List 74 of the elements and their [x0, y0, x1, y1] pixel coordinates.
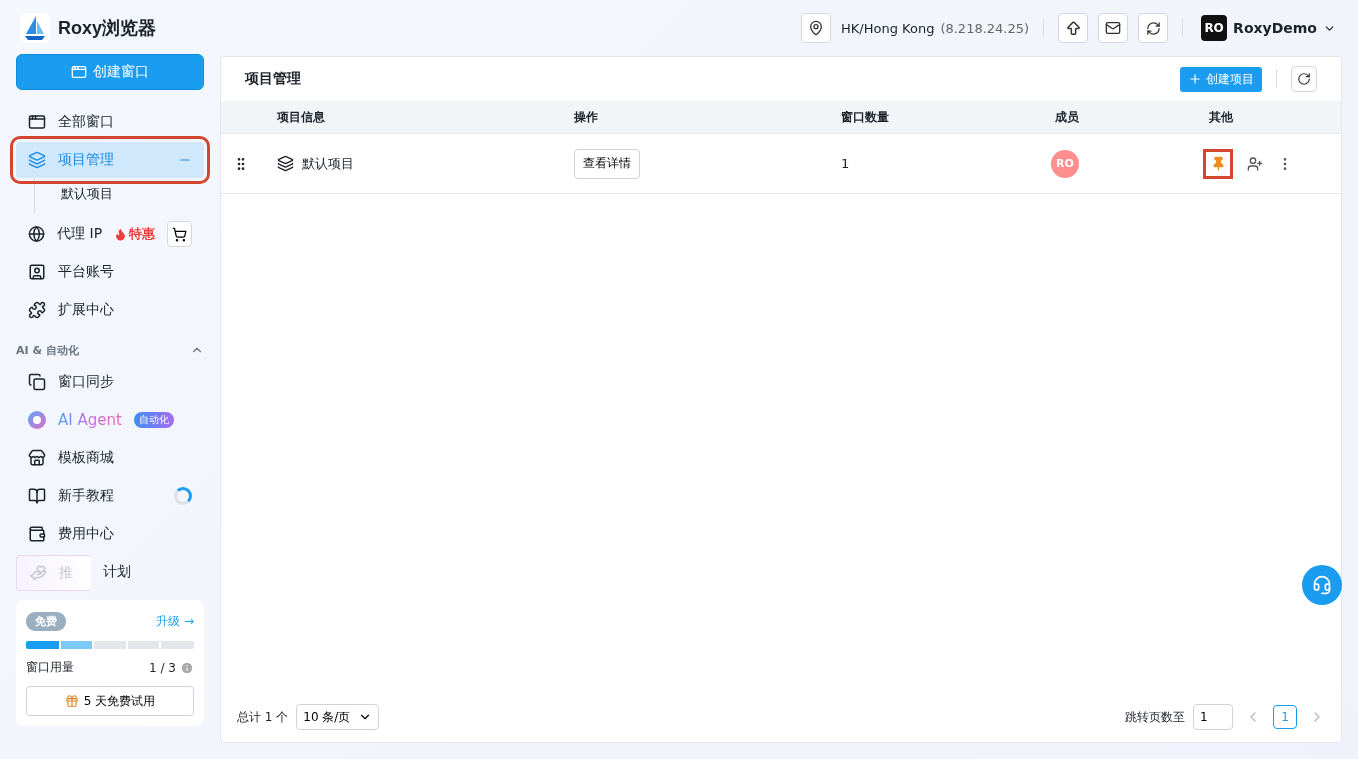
upload-button[interactable]	[1058, 13, 1089, 43]
layers-icon	[28, 151, 46, 169]
project-name: 默认项目	[302, 154, 354, 173]
plus-icon	[1188, 72, 1202, 86]
cart-icon	[172, 226, 188, 242]
column-header: 成员	[1055, 108, 1080, 126]
gift-icon	[64, 694, 79, 708]
automation-tag: 自动化	[133, 412, 174, 428]
user-avatar: RO	[1201, 15, 1228, 41]
sailboat-logo-icon	[20, 13, 50, 43]
view-details-button[interactable]: 查看详情	[574, 148, 640, 179]
column-header: 其他	[1209, 108, 1234, 126]
app-name: Roxy浏览器	[58, 17, 156, 40]
location-text: HK/Hong Kong (8.218.24.25)	[841, 20, 1030, 36]
nav-item[interactable]: 平台账号	[16, 254, 204, 290]
pin-icon	[1210, 156, 1226, 171]
nav-item[interactable]: 窗口同步	[16, 364, 204, 400]
nav-item[interactable]: 扩展中心	[16, 292, 204, 328]
wallet-icon	[28, 525, 46, 543]
location-button[interactable]	[801, 13, 832, 43]
info-icon	[180, 660, 194, 675]
total-count: 总计 1 个	[237, 708, 289, 726]
jump-label: 跳转页数至	[1125, 708, 1185, 726]
book-icon	[28, 487, 46, 505]
panel-title: 项目管理	[245, 70, 301, 88]
plan-badge: 免费	[26, 612, 66, 631]
reload-icon	[1297, 72, 1311, 86]
nav-item[interactable]: 代理 IP 特惠	[16, 216, 204, 252]
nav-item[interactable]: 费用中心	[16, 516, 204, 552]
user-name: RoxyDemo	[1233, 20, 1317, 36]
reload-button[interactable]	[1291, 66, 1317, 92]
nav-item[interactable]: 新手教程	[16, 478, 204, 514]
agent-orb-icon	[28, 411, 46, 429]
add-member-button[interactable]	[1247, 155, 1263, 172]
location-pin-icon	[808, 20, 825, 36]
nav-item[interactable]: 全部窗口	[16, 104, 204, 140]
refresh-icon	[1145, 20, 1161, 36]
nav-item[interactable]: 模板商城	[16, 440, 204, 476]
nav-item[interactable]: AI Agent 自动化	[16, 402, 204, 438]
mail-button[interactable]	[1098, 13, 1129, 43]
hand-icon	[29, 564, 47, 582]
page-jump-field[interactable]: 1	[1193, 704, 1233, 730]
user-menu[interactable]: RO RoxyDemo	[1201, 15, 1336, 41]
free-trial-button[interactable]: 5 天免费试用	[26, 686, 194, 716]
cart-button[interactable]	[167, 221, 192, 247]
headset-icon	[1312, 575, 1332, 595]
globe-icon	[28, 225, 46, 243]
column-header: 项目信息	[277, 108, 326, 126]
refresh-button[interactable]	[1138, 13, 1169, 43]
puzzle-icon	[28, 301, 46, 319]
window-icon	[28, 113, 46, 131]
member-avatar: RO	[1051, 149, 1079, 178]
nav-subitem[interactable]: 默认项目	[34, 178, 204, 214]
column-header: 窗口数量	[841, 108, 890, 126]
usage-preview-fill	[59, 641, 94, 649]
loading-spinner-icon	[174, 487, 192, 505]
mail-icon	[1105, 20, 1122, 36]
column-header: 操作	[574, 108, 599, 126]
nav-label: 计划	[103, 563, 131, 581]
usage-count: 1 / 3	[149, 660, 176, 675]
add-user-icon	[1247, 155, 1263, 172]
section-title: AI & 自动化	[16, 342, 79, 358]
window-plus-icon	[71, 64, 87, 80]
pin-button[interactable]	[1203, 148, 1233, 179]
copy-icon	[28, 373, 46, 391]
usage-label: 窗口用量	[26, 659, 74, 676]
id-card-icon	[28, 263, 46, 281]
flame-icon	[114, 227, 128, 241]
hot-deal-label: 特惠	[129, 225, 156, 243]
page-size-select[interactable]: 10 条/页	[296, 704, 380, 730]
layers-icon	[277, 155, 294, 172]
store-icon	[28, 449, 46, 467]
upload-arrow-icon	[1064, 19, 1082, 37]
table-cell-text: 1	[841, 156, 851, 171]
